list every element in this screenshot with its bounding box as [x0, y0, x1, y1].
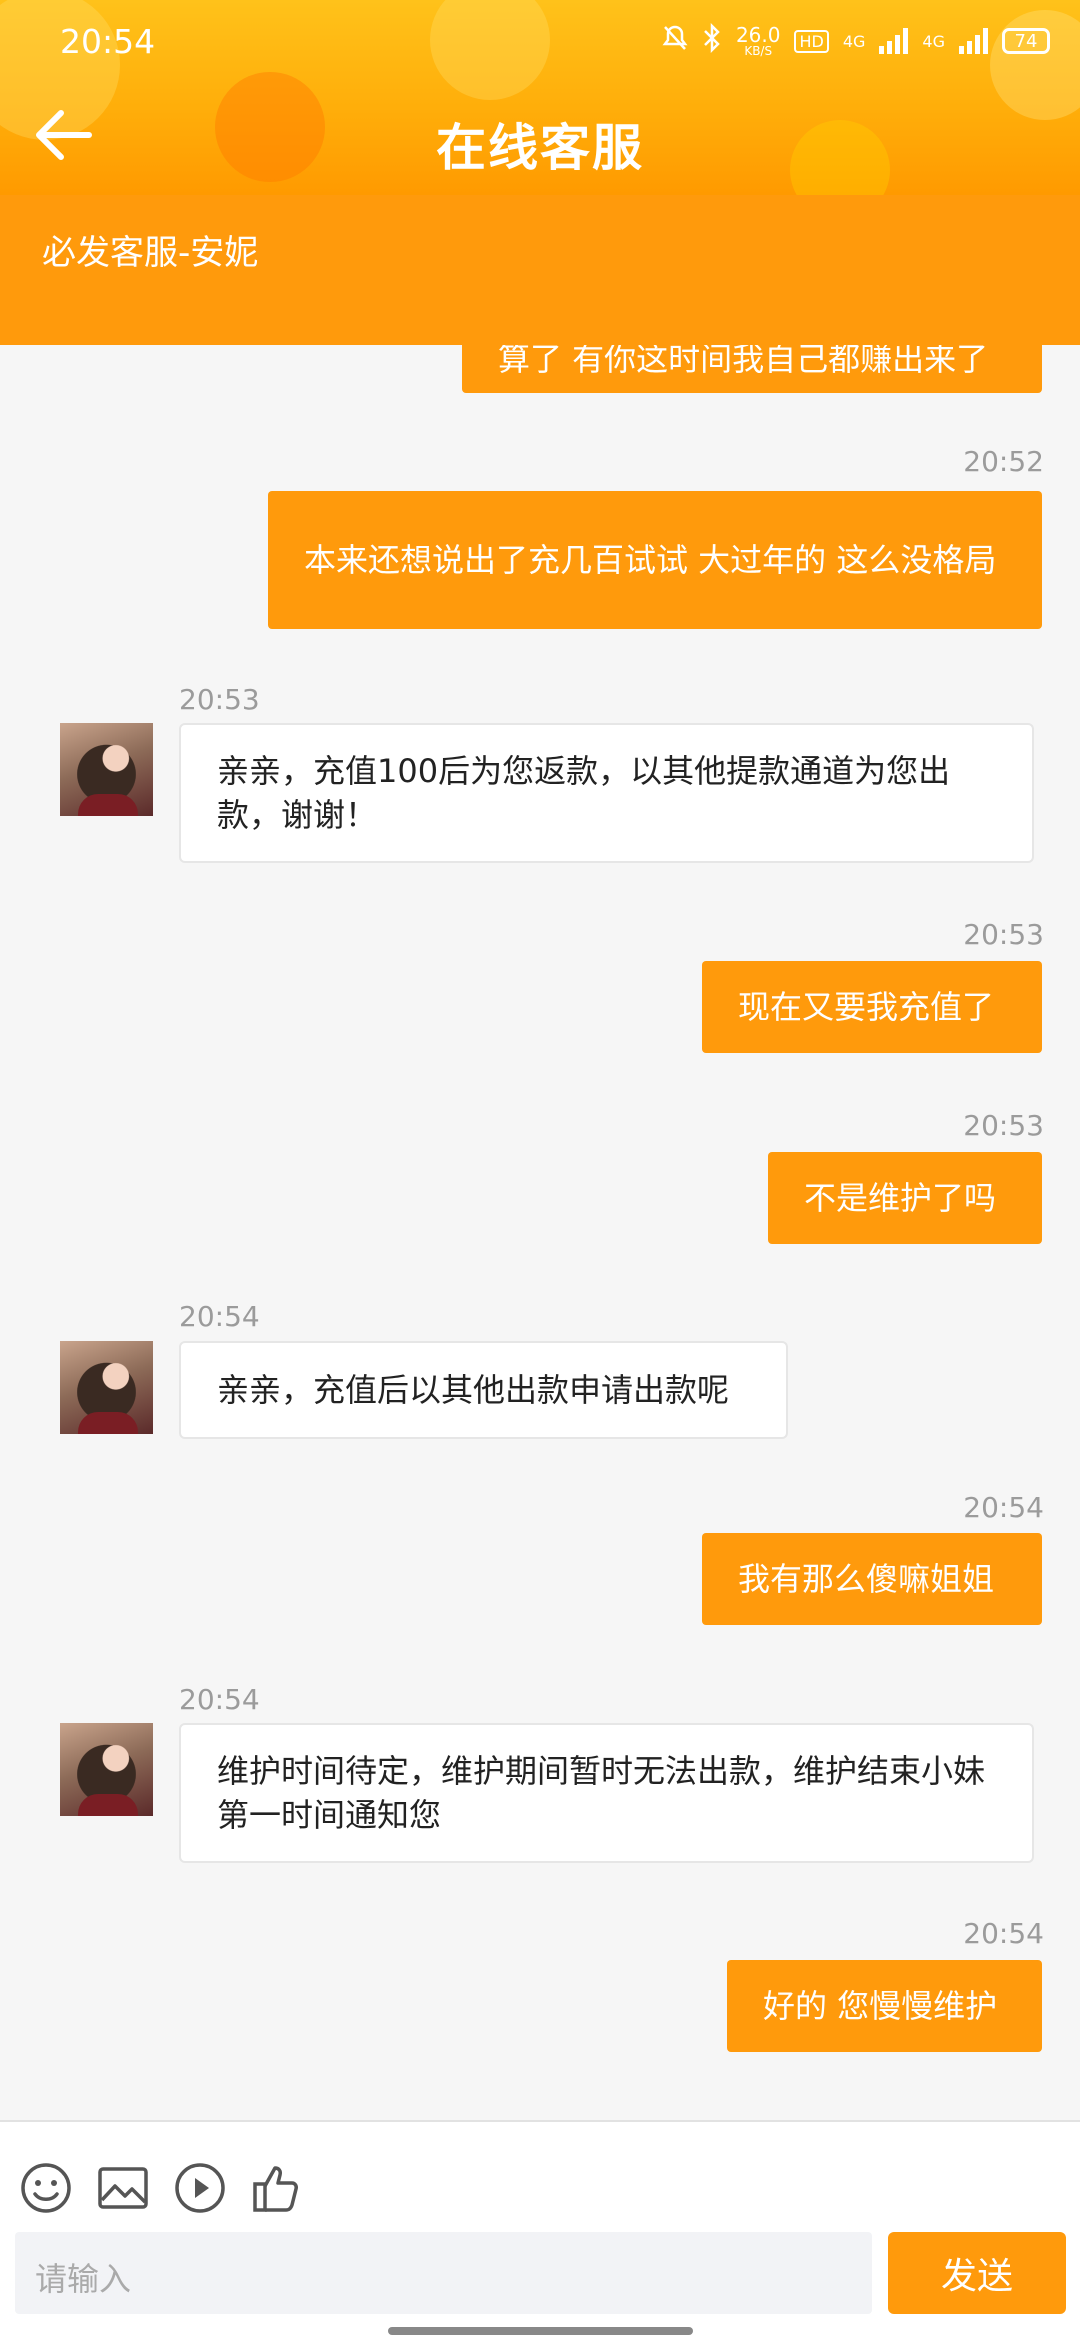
- mute-icon: [662, 24, 688, 58]
- message-text: 我有那么傻嘛姐姐: [738, 1560, 995, 1598]
- message-text: 亲亲，充值100后为您返款，以其他提款通道为您出款，谢谢！: [217, 752, 951, 834]
- message-bubble-incoming[interactable]: 亲亲，充值后以其他出款申请出款呢: [179, 1341, 788, 1439]
- message-time: 20:53: [963, 918, 1044, 951]
- input-toolbar: 请输入 发送: [0, 2120, 1080, 2340]
- agent-avatar[interactable]: [60, 1341, 153, 1434]
- message-time: 20:54: [179, 1300, 260, 1333]
- hd-badge: HD: [794, 29, 829, 53]
- signal-icon: [959, 28, 988, 54]
- message-text: 好的 您慢慢维护: [763, 1987, 998, 2025]
- bluetooth-icon: [702, 22, 722, 59]
- message-time: 20:53: [179, 683, 260, 716]
- agent-name: 必发客服-安妮: [42, 233, 259, 273]
- message-time: 20:54: [963, 1491, 1044, 1524]
- home-indicator[interactable]: [388, 2327, 693, 2335]
- message-bubble-outgoing[interactable]: 我有那么傻嘛姐姐: [702, 1533, 1042, 1625]
- message-bubble-incoming[interactable]: 维护时间待定，维护期间暂时无法出款，维护结束小妹第一时间通知您: [179, 1723, 1034, 1863]
- sim2-label: 4G: [922, 31, 945, 51]
- battery-level: 74: [1014, 30, 1038, 52]
- header: 20:54 26.0 KB/S HD 4G 4G 74 在线客服: [0, 0, 1080, 195]
- message-time: 20:54: [963, 1917, 1044, 1950]
- image-icon[interactable]: [95, 2160, 151, 2216]
- message-text: 不是维护了吗: [804, 1179, 997, 1217]
- status-bar: 20:54 26.0 KB/S HD 4G 4G 74: [60, 18, 1050, 64]
- message-text: 亲亲，充值后以其他出款申请出款呢: [217, 1371, 730, 1409]
- agent-avatar[interactable]: [60, 723, 153, 816]
- signal-icon: [879, 28, 909, 54]
- message-bubble-outgoing[interactable]: 不是维护了吗: [768, 1152, 1042, 1244]
- message-time: 20:54: [179, 1683, 260, 1716]
- message-bubble-incoming[interactable]: 亲亲，充值100后为您返款，以其他提款通道为您出款，谢谢！: [179, 723, 1034, 863]
- message-bubble-outgoing[interactable]: 本来还想说出了充几百试试 大过年的 这么没格局: [268, 491, 1042, 629]
- message-text: 维护时间待定，维护期间暂时无法出款，维护结束小妹第一时间通知您: [217, 1752, 986, 1834]
- thumbs-up-icon[interactable]: [249, 2160, 305, 2216]
- message-bubble-outgoing[interactable]: 现在又要我充值了: [702, 961, 1042, 1053]
- battery-icon: 74: [1002, 28, 1050, 54]
- emoji-icon[interactable]: [18, 2160, 74, 2216]
- chat-area[interactable]: 算了 有你这时间我自己都赚出来了 20:52 本来还想说出了充几百试试 大过年的…: [0, 195, 1080, 2120]
- message-time: 20:52: [963, 445, 1044, 478]
- message-text: 现在又要我充值了: [738, 988, 995, 1026]
- status-time: 20:54: [60, 21, 156, 61]
- message-bubble-outgoing[interactable]: 好的 您慢慢维护: [727, 1960, 1042, 2052]
- send-button[interactable]: 发送: [888, 2232, 1066, 2314]
- network-speed: 26.0 KB/S: [736, 25, 781, 57]
- message-input[interactable]: 请输入: [15, 2232, 872, 2314]
- sim1-label: 4G: [842, 31, 866, 51]
- input-placeholder: 请输入: [35, 2260, 132, 2298]
- agent-avatar[interactable]: [60, 1723, 153, 1816]
- message-time: 20:53: [963, 1109, 1044, 1142]
- page-title: 在线客服: [436, 119, 644, 177]
- message-text: 本来还想说出了充几百试试 大过年的 这么没格局: [304, 541, 997, 579]
- play-icon[interactable]: [172, 2160, 228, 2216]
- agent-name-bar: 必发客服-安妮: [0, 195, 1080, 345]
